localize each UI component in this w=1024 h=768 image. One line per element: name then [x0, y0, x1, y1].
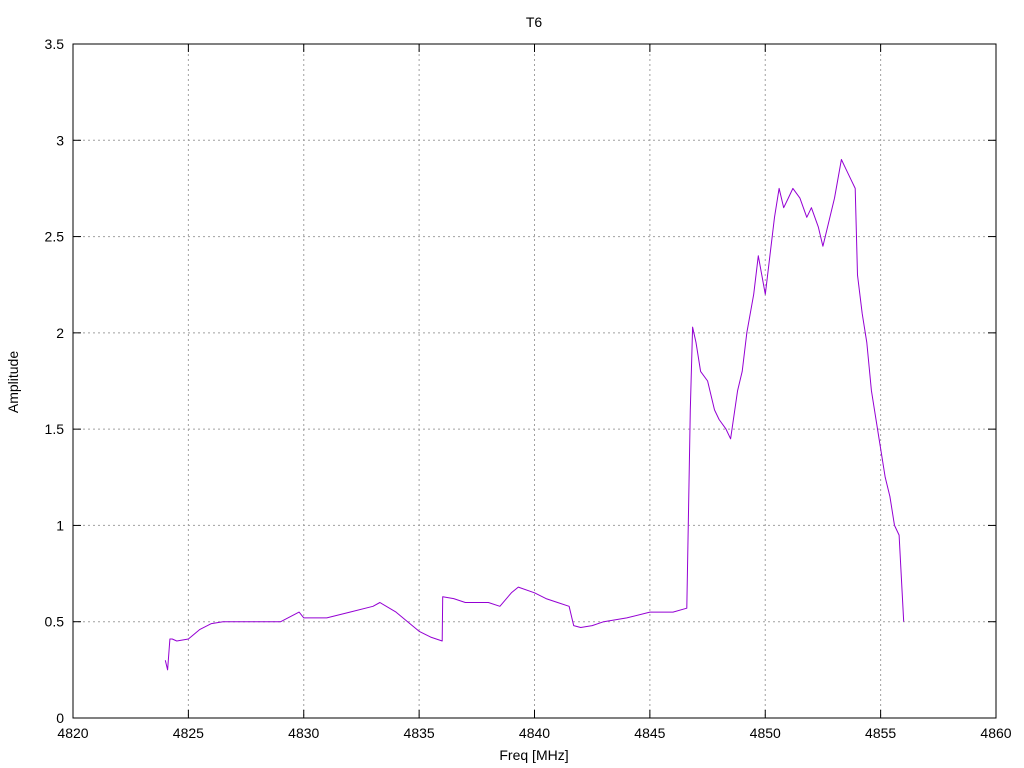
y-tick-label: 2.5	[45, 229, 65, 245]
y-tick-label: 3.5	[45, 36, 65, 52]
x-axis-label: Freq [MHz]	[499, 747, 568, 763]
y-tick-label: 1.5	[45, 421, 65, 437]
y-tick-label: 3	[56, 132, 64, 148]
x-tick-label: 4850	[750, 725, 781, 741]
y-axis-label: Amplitude	[5, 351, 21, 413]
x-tick-label: 4855	[865, 725, 896, 741]
x-tick-label: 4830	[288, 725, 319, 741]
y-tick-label: 0.5	[45, 614, 65, 630]
x-tick-label: 4845	[634, 725, 665, 741]
chart: 4820 4825 4830 4835 4840 4845 4850 4855 4860 0 0.5…	[0, 0, 1024, 768]
y-tick-label: 0	[56, 710, 64, 726]
y-tick-label: 2	[56, 325, 64, 341]
x-tick-label: 4820	[57, 725, 88, 741]
x-tick-label: 4835	[404, 725, 435, 741]
y-tick-label: 1	[56, 517, 64, 533]
x-tick-label: 4840	[519, 725, 550, 741]
x-tick-label: 4860	[980, 725, 1011, 741]
chart-title: T6	[526, 14, 543, 30]
x-tick-label: 4825	[173, 725, 204, 741]
